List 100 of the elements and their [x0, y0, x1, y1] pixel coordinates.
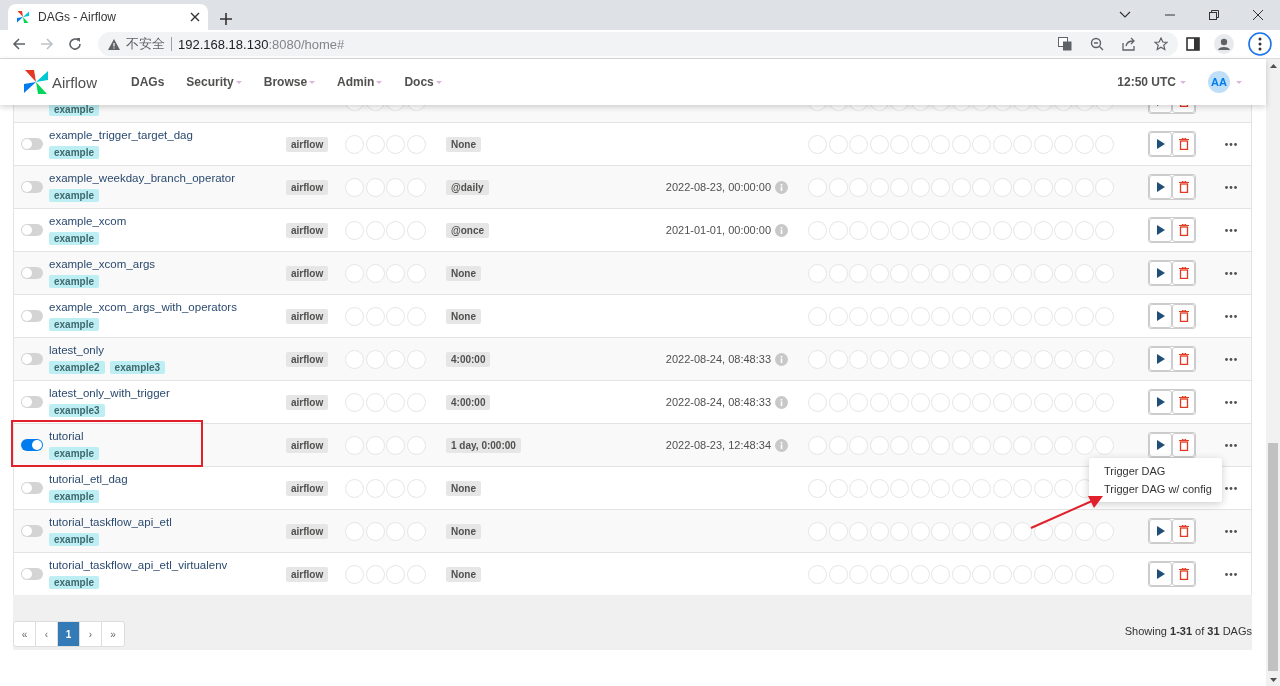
info-icon[interactable] [775, 352, 788, 366]
run-status-circle[interactable] [345, 392, 364, 412]
info-icon[interactable] [775, 180, 788, 194]
page-link[interactable]: › [80, 622, 102, 646]
run-status-circle[interactable] [365, 349, 385, 369]
new-tab-icon[interactable] [220, 13, 232, 25]
delete-dag-button[interactable] [1172, 519, 1195, 543]
run-status-circle[interactable] [365, 220, 385, 240]
more-icon[interactable] [1225, 529, 1237, 533]
toggle-switch[interactable] [21, 525, 43, 537]
owner-label[interactable]: airflow [286, 394, 329, 410]
trigger-dag-button[interactable] [1149, 390, 1172, 414]
run-status-circle[interactable] [406, 564, 426, 584]
dag-tag[interactable]: example [49, 146, 100, 159]
star-icon[interactable] [1154, 37, 1168, 51]
run-status-circle[interactable] [386, 134, 405, 154]
nav-menu-item[interactable]: Browse [263, 75, 316, 89]
dag-tag[interactable]: example [49, 576, 100, 589]
trigger-dag-button[interactable] [1149, 519, 1172, 543]
run-status-circle[interactable] [406, 263, 426, 283]
dag-name-link[interactable]: latest_only [49, 344, 104, 358]
scroll-down-icon[interactable] [1269, 678, 1277, 682]
run-status-circle[interactable] [406, 435, 426, 455]
dag-name-link[interactable]: tutorial [49, 430, 84, 444]
run-status-circle[interactable] [406, 521, 426, 541]
dag-tag[interactable]: example3 [49, 404, 105, 417]
dag-tag[interactable]: example [49, 318, 100, 331]
last-run-text[interactable]: 2022-08-23, 00:00:00 [665, 181, 771, 193]
dag-name-link[interactable]: example_weekday_branch_operator [49, 172, 236, 186]
toggle-switch[interactable] [21, 138, 43, 150]
trigger-dag-button[interactable] [1149, 562, 1172, 586]
run-status-circle[interactable] [365, 392, 385, 412]
page-link[interactable]: « [14, 622, 36, 646]
owner-label[interactable]: airflow [286, 523, 329, 539]
delete-dag-button[interactable] [1172, 218, 1195, 242]
security-label[interactable]: 不安全 [126, 35, 165, 53]
more-icon[interactable] [1225, 572, 1237, 576]
dag-name-link[interactable]: example_xcom_args [49, 258, 156, 272]
trigger-dag-button[interactable] [1149, 347, 1172, 371]
delete-dag-button[interactable] [1172, 347, 1195, 371]
run-status-circle[interactable] [365, 306, 385, 326]
toggle-switch[interactable] [21, 224, 43, 236]
warning-icon[interactable] [108, 38, 120, 50]
more-icon[interactable] [1225, 400, 1237, 404]
last-run-text[interactable]: 2022-08-24, 08:48:33 [665, 353, 771, 365]
info-icon[interactable] [775, 438, 788, 452]
forward-icon[interactable] [40, 37, 54, 51]
run-status-circle[interactable] [345, 349, 364, 369]
run-status-circle[interactable] [345, 134, 364, 154]
trigger-dag-button[interactable] [1149, 261, 1172, 285]
dag-name-link[interactable]: tutorial_taskflow_api_etl [49, 516, 172, 530]
run-status-circle[interactable] [345, 263, 364, 283]
dag-tag[interactable]: example3 [109, 361, 166, 374]
more-icon[interactable] [1225, 357, 1237, 361]
run-status-circle[interactable] [345, 521, 364, 541]
run-status-circle[interactable] [406, 220, 426, 240]
dag-tag[interactable]: example [49, 490, 100, 503]
delete-dag-button[interactable] [1172, 390, 1195, 414]
trigger-dag-button[interactable] [1149, 304, 1172, 328]
info-icon[interactable] [775, 395, 788, 409]
run-status-circle[interactable] [406, 349, 426, 369]
toggle-switch[interactable] [21, 568, 43, 580]
more-icon[interactable] [1225, 271, 1237, 275]
toggle-switch[interactable] [21, 439, 43, 451]
minimize-icon[interactable] [1165, 14, 1175, 16]
owner-label[interactable]: airflow [286, 179, 329, 195]
toggle-switch[interactable] [21, 310, 43, 322]
more-icon[interactable] [1225, 185, 1237, 189]
run-status-circle[interactable] [386, 349, 405, 369]
dag-tag[interactable]: example [49, 275, 100, 288]
dag-name-link[interactable]: example_xcom_args_with_operators [49, 301, 237, 315]
trigger-dag-button[interactable] [1149, 175, 1172, 199]
dag-tag[interactable]: example [49, 105, 100, 116]
run-status-circle[interactable] [365, 263, 385, 283]
dag-tag[interactable]: example [49, 533, 100, 546]
run-status-circle[interactable] [365, 134, 385, 154]
owner-label[interactable]: airflow [286, 265, 329, 281]
owner-label[interactable]: airflow [286, 351, 329, 367]
run-status-circle[interactable] [345, 564, 364, 584]
dag-name-link[interactable]: latest_only_with_trigger [49, 387, 170, 401]
run-status-circle[interactable] [386, 220, 405, 240]
close-tab-icon[interactable] [190, 12, 200, 22]
menu-item[interactable]: Trigger DAG [1089, 462, 1222, 480]
tab-search-icon[interactable] [1119, 11, 1131, 19]
dag-tag[interactable]: example [49, 189, 100, 202]
toggle-switch[interactable] [21, 482, 43, 494]
caret-icon[interactable] [1236, 80, 1242, 84]
dag-name-link[interactable]: example_xcom [49, 215, 127, 229]
run-status-circle[interactable] [365, 177, 385, 197]
task-status-circle[interactable] [1033, 521, 1053, 541]
run-status-circle[interactable] [386, 521, 405, 541]
more-icon[interactable] [1225, 142, 1237, 146]
toggle-switch[interactable] [21, 181, 43, 193]
trigger-dag-button[interactable] [1149, 132, 1172, 156]
airflow-logo-icon[interactable] [22, 68, 50, 96]
run-status-circle[interactable] [406, 134, 426, 154]
dag-tag[interactable]: example [49, 232, 100, 245]
dag-tag[interactable]: example [49, 447, 100, 460]
scroll-up-icon[interactable] [1269, 64, 1277, 68]
run-status-circle[interactable] [386, 177, 405, 197]
